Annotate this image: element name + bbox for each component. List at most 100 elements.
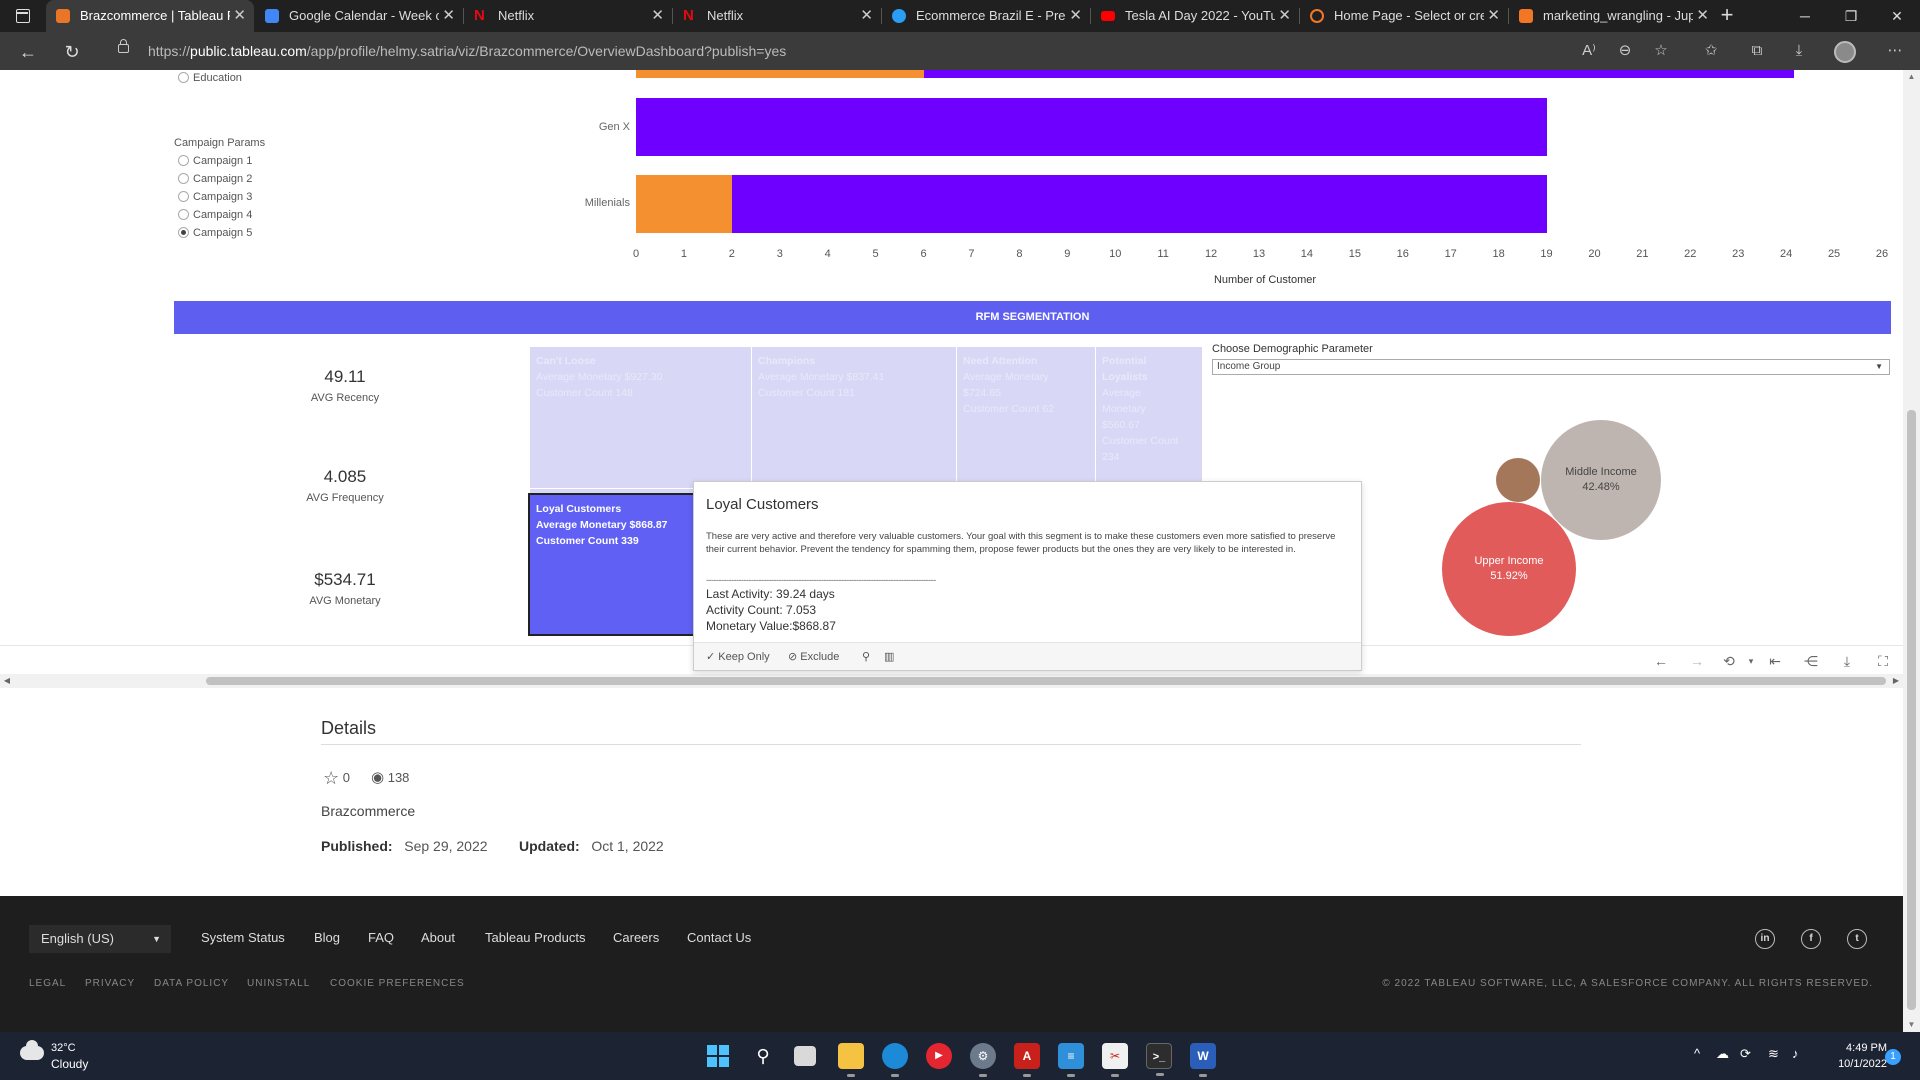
tab-netflix-1[interactable]: N Netflix ✕ (464, 0, 672, 32)
bar-top-orange[interactable] (636, 70, 924, 78)
notepad-icon[interactable]: ≡ (1058, 1043, 1084, 1077)
demographic-parameter-select[interactable]: Income Group ▼ (1212, 359, 1890, 375)
bar-millenials-purple[interactable] (731, 175, 1547, 233)
bubble-upper-income[interactable]: Upper Income 51.92% (1442, 502, 1576, 636)
scrollbar-thumb[interactable] (1907, 410, 1916, 1010)
tab-actions-icon[interactable] (16, 9, 30, 23)
chevron-down-icon[interactable]: ▾ (1741, 652, 1761, 670)
footer-link-tableau-products[interactable]: Tableau Products (485, 930, 585, 945)
download-icon[interactable]: ⤓ (1786, 38, 1812, 64)
address-bar[interactable]: https://public.tableau.com/app/profile/h… (108, 36, 1768, 66)
segment-champions[interactable]: Champions Average Monetary $837.41 Custo… (752, 347, 957, 489)
footer-link-faq[interactable]: FAQ (368, 930, 394, 945)
radio-circle-selected[interactable] (178, 227, 189, 238)
tab-marketing-wrangling[interactable]: marketing_wrangling - Jup... ✕ (1509, 0, 1717, 32)
close-icon[interactable]: ✕ (1278, 0, 1291, 32)
facebook-icon[interactable]: f (1801, 929, 1821, 949)
twitter-icon[interactable]: t (1847, 929, 1867, 949)
scroll-right-arrow-icon[interactable]: ▶ (1889, 674, 1903, 688)
linkedin-icon[interactable]: in (1755, 929, 1775, 949)
bar-top-purple[interactable] (924, 70, 1794, 78)
close-icon[interactable]: ✕ (1487, 0, 1500, 32)
radio-circle[interactable] (178, 173, 189, 184)
footer-link-blog[interactable]: Blog (314, 930, 340, 945)
viz-horizontal-scrollbar[interactable]: ◀ ▶ (0, 674, 1903, 688)
acrobat-icon[interactable]: A (1014, 1043, 1040, 1077)
radio-circle[interactable] (178, 191, 189, 202)
footer-cookie-preferences-link[interactable]: COOKIE PREFERENCES (330, 978, 465, 989)
new-tab-button[interactable]: + (1715, 0, 1739, 32)
close-icon[interactable]: ✕ (860, 0, 873, 32)
wifi-icon[interactable]: ≋ (1768, 1046, 1779, 1062)
close-window-button[interactable]: ✕ (1874, 0, 1920, 32)
exclude-button[interactable]: ⊘ Exclude (788, 650, 839, 663)
view-data-icon[interactable]: ▥ (884, 650, 894, 663)
tab-netflix-2[interactable]: N Netflix ✕ (673, 0, 881, 32)
tab-ecommerce-brazil[interactable]: Ecommerce Brazil E - Prese... ✕ (882, 0, 1090, 32)
edge-browser-icon[interactable] (882, 1043, 908, 1077)
redo-icon[interactable]: → (1687, 652, 1707, 670)
task-view-icon[interactable] (794, 1046, 816, 1066)
read-aloud-icon[interactable]: A⁾ (1576, 38, 1602, 64)
scroll-left-arrow-icon[interactable]: ◀ (0, 674, 14, 688)
close-icon[interactable]: ✕ (651, 0, 664, 32)
windows-start-icon[interactable] (705, 1043, 731, 1069)
star-icon[interactable]: ☆ (323, 768, 339, 788)
lock-icon[interactable] (118, 39, 129, 53)
bubble-lower-income[interactable] (1496, 458, 1540, 502)
weather-description[interactable]: Cloudy (51, 1057, 88, 1071)
back-button[interactable]: ← (14, 38, 42, 66)
footer-link-contact-us[interactable]: Contact Us (687, 930, 751, 945)
segment-cant-loose[interactable]: Can't Loose Average Monetary $927.30 Cus… (530, 347, 752, 489)
settings-gear-icon[interactable]: ⚙ (970, 1043, 996, 1077)
page-vertical-scrollbar[interactable]: ▲ ▼ (1903, 70, 1920, 1032)
keep-only-button[interactable]: ✓ Keep Only (706, 650, 770, 663)
zoom-icon[interactable]: ⊖ (1612, 38, 1638, 64)
tab-youtube-tesla[interactable]: Tesla AI Day 2022 - YouTu... ✕ (1091, 0, 1299, 32)
volume-icon[interactable]: ♪ (1792, 1046, 1799, 1061)
download-icon[interactable]: ⤓ (1837, 652, 1857, 670)
close-icon[interactable]: ✕ (1069, 0, 1082, 32)
footer-link-careers[interactable]: Careers (613, 930, 659, 945)
url-text[interactable]: https://public.tableau.com/app/profile/h… (148, 36, 786, 66)
close-icon[interactable]: ✕ (233, 0, 246, 32)
weather-temperature[interactable]: 32°C (51, 1042, 76, 1054)
footer-privacy-link[interactable]: PRIVACY (85, 978, 135, 989)
terminal-icon[interactable]: >_ (1146, 1043, 1172, 1076)
tab-google-calendar[interactable]: Google Calendar - Week o... ✕ (255, 0, 463, 32)
undo-icon[interactable]: ← (1651, 652, 1671, 670)
more-menu-icon[interactable]: ⋯ (1882, 38, 1908, 64)
bar-millenials-orange[interactable] (636, 175, 732, 233)
scroll-up-arrow-icon[interactable]: ▲ (1903, 70, 1920, 84)
footer-link-about[interactable]: About (421, 930, 455, 945)
search-icon[interactable]: ⚲ (750, 1043, 776, 1069)
add-favorite-icon[interactable]: ☆ (1648, 38, 1674, 64)
language-select[interactable]: English (US) ▼ (29, 925, 171, 953)
clock-time[interactable]: 4:49 PM (1829, 1042, 1887, 1054)
minimize-button[interactable]: ─ (1782, 0, 1828, 32)
footer-data-policy-link[interactable]: DATA POLICY (154, 978, 229, 989)
word-icon[interactable]: W (1190, 1043, 1216, 1077)
favorites-icon[interactable]: ✩ (1698, 38, 1724, 64)
close-icon[interactable]: ✕ (1696, 0, 1709, 32)
footer-link-system-status[interactable]: System Status (201, 930, 285, 945)
snipping-tool-icon[interactable]: ✂ (1102, 1043, 1128, 1077)
tab-jupyter-home[interactable]: Home Page - Select or cre... ✕ (1300, 0, 1508, 32)
footer-uninstall-link[interactable]: UNINSTALL (247, 978, 310, 989)
youtube-music-icon[interactable]: ▶ (926, 1043, 952, 1069)
collections-icon[interactable]: ⧉ (1744, 38, 1770, 64)
fullscreen-icon[interactable]: ⛶ (1873, 652, 1893, 670)
onedrive-cloud-icon[interactable]: ☁ (1716, 1046, 1729, 1062)
reset-icon[interactable]: ⇤ (1765, 652, 1785, 670)
restore-button[interactable]: ❐ (1828, 0, 1874, 32)
notification-badge[interactable]: 1 (1885, 1049, 1901, 1065)
profile-avatar[interactable] (1834, 41, 1856, 63)
bubble-middle-income[interactable]: Middle Income 42.48% (1541, 420, 1661, 540)
refresh-button[interactable]: ↻ (58, 38, 86, 66)
scrollbar-thumb[interactable] (206, 677, 1886, 685)
group-members-icon[interactable]: ⚲ (862, 650, 870, 663)
scroll-down-arrow-icon[interactable]: ▼ (1903, 1018, 1920, 1032)
sync-icon[interactable]: ⟳ (1740, 1046, 1751, 1062)
footer-legal-link[interactable]: LEGAL (29, 978, 66, 989)
revert-icon[interactable]: ⟲ (1719, 652, 1739, 670)
